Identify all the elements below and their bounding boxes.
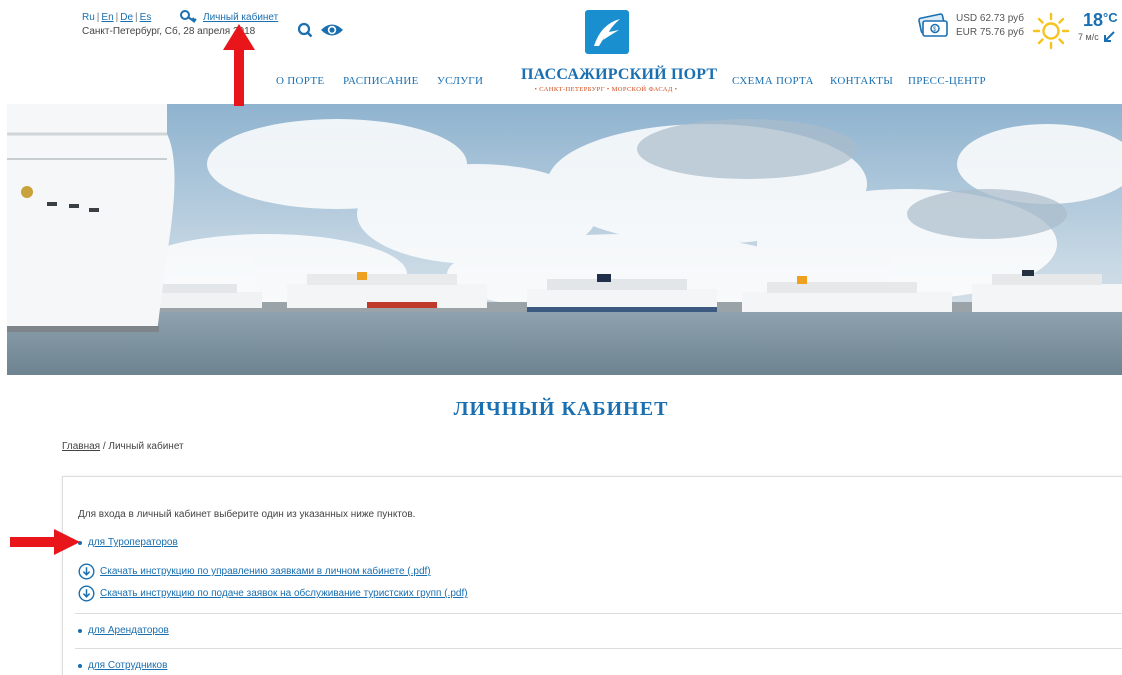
list-item: Скачать инструкцию по подаче заявок на о… [78,585,468,602]
sun-icon [1032,12,1070,50]
lang-es[interactable]: Es [140,12,152,23]
nav-contacts[interactable]: Контакты [830,75,893,87]
brand-tagline: • САНКТ-ПЕТЕРБУРГ • МОРСКОЙ ФАСАД • [534,86,678,93]
download-requests-manual-link[interactable]: Скачать инструкцию по управлению заявкам… [100,566,431,577]
divider [75,613,1122,614]
temperature: 18°C [1083,10,1118,31]
nav-schedule[interactable]: Расписание [343,75,419,87]
intro-text: Для входа в личный кабинет выберите один… [78,509,416,520]
port-panorama-image [7,104,1122,375]
site-header: Ru | En | De | Es Санкт-Петербург, Сб, 28 апре… [0,0,1122,104]
usd-rate: USD 62.73 руб [956,13,1024,24]
temperature-unit: °C [1103,10,1118,25]
tenants-link[interactable]: для Арендаторов [88,625,169,636]
list-item: Скачать инструкцию по управлению заявкам… [78,563,431,580]
wind-arrow-icon [1103,31,1115,42]
account-options-panel: Для входа в личный кабинет выберите один… [62,476,1122,675]
breadcrumb: Главная / Личный кабинет [62,441,184,452]
search-icon[interactable] [297,22,313,38]
eur-rate: EUR 75.76 руб [956,27,1024,38]
language-switcher: Ru | En | De | Es [82,12,151,23]
wind: 7 м/с [1078,31,1115,43]
currency-rates: $ USD 62.73 руб EUR 75.76 руб [916,12,1024,40]
lang-separator: | [135,12,138,23]
lang-separator: | [115,12,119,23]
list-item: для Сотрудников [78,660,167,671]
temperature-value: 18 [1083,10,1104,30]
account-link[interactable]: Личный кабинет [180,10,278,24]
nav-services[interactable]: Услуги [437,75,483,87]
download-tour-groups-manual-link[interactable]: Скачать инструкцию по подаче заявок на о… [100,588,468,599]
download-icon[interactable] [78,585,95,602]
employees-link[interactable]: для Сотрудников [88,660,167,671]
annotation-arrow-right-icon [10,529,80,555]
annotation-arrow-up-icon [223,24,255,106]
nav-map[interactable]: Схема порта [732,75,814,87]
list-item: для Арендаторов [78,625,169,636]
bullet-icon [78,628,82,633]
lang-en[interactable]: En [101,12,113,23]
brand-name: ПАССАЖИРСКИЙ ПОРТ [521,66,718,83]
download-icon[interactable] [78,563,95,580]
nav-about[interactable]: О порте [276,75,324,87]
breadcrumb-home[interactable]: Главная [62,441,100,452]
key-icon [180,10,197,23]
lang-ru[interactable]: Ru [82,12,95,23]
logo-icon[interactable] [585,10,629,54]
account-link-label: Личный кабинет [203,11,279,23]
page-title: Личный кабинет [453,398,669,420]
divider [75,648,1122,649]
breadcrumb-current: Личный кабинет [108,441,184,452]
bullet-icon [78,663,82,668]
hero-banner [7,104,1122,375]
wind-speed: 7 м/с [1078,32,1099,42]
nav-press[interactable]: Пресс-центр [908,75,986,87]
money-icon: $ [918,13,948,37]
list-item: для Туроператоров [78,537,178,548]
tour-operators-link[interactable]: для Туроператоров [88,537,178,548]
brand-wordmark[interactable]: ПАССАЖИРСКИЙ ПОРТ • САНКТ-ПЕТЕРБУРГ • МО… [521,66,718,93]
lang-de[interactable]: De [120,12,133,23]
breadcrumb-separator: / [102,441,106,452]
lang-separator: | [96,12,100,23]
eye-icon[interactable] [320,21,344,39]
